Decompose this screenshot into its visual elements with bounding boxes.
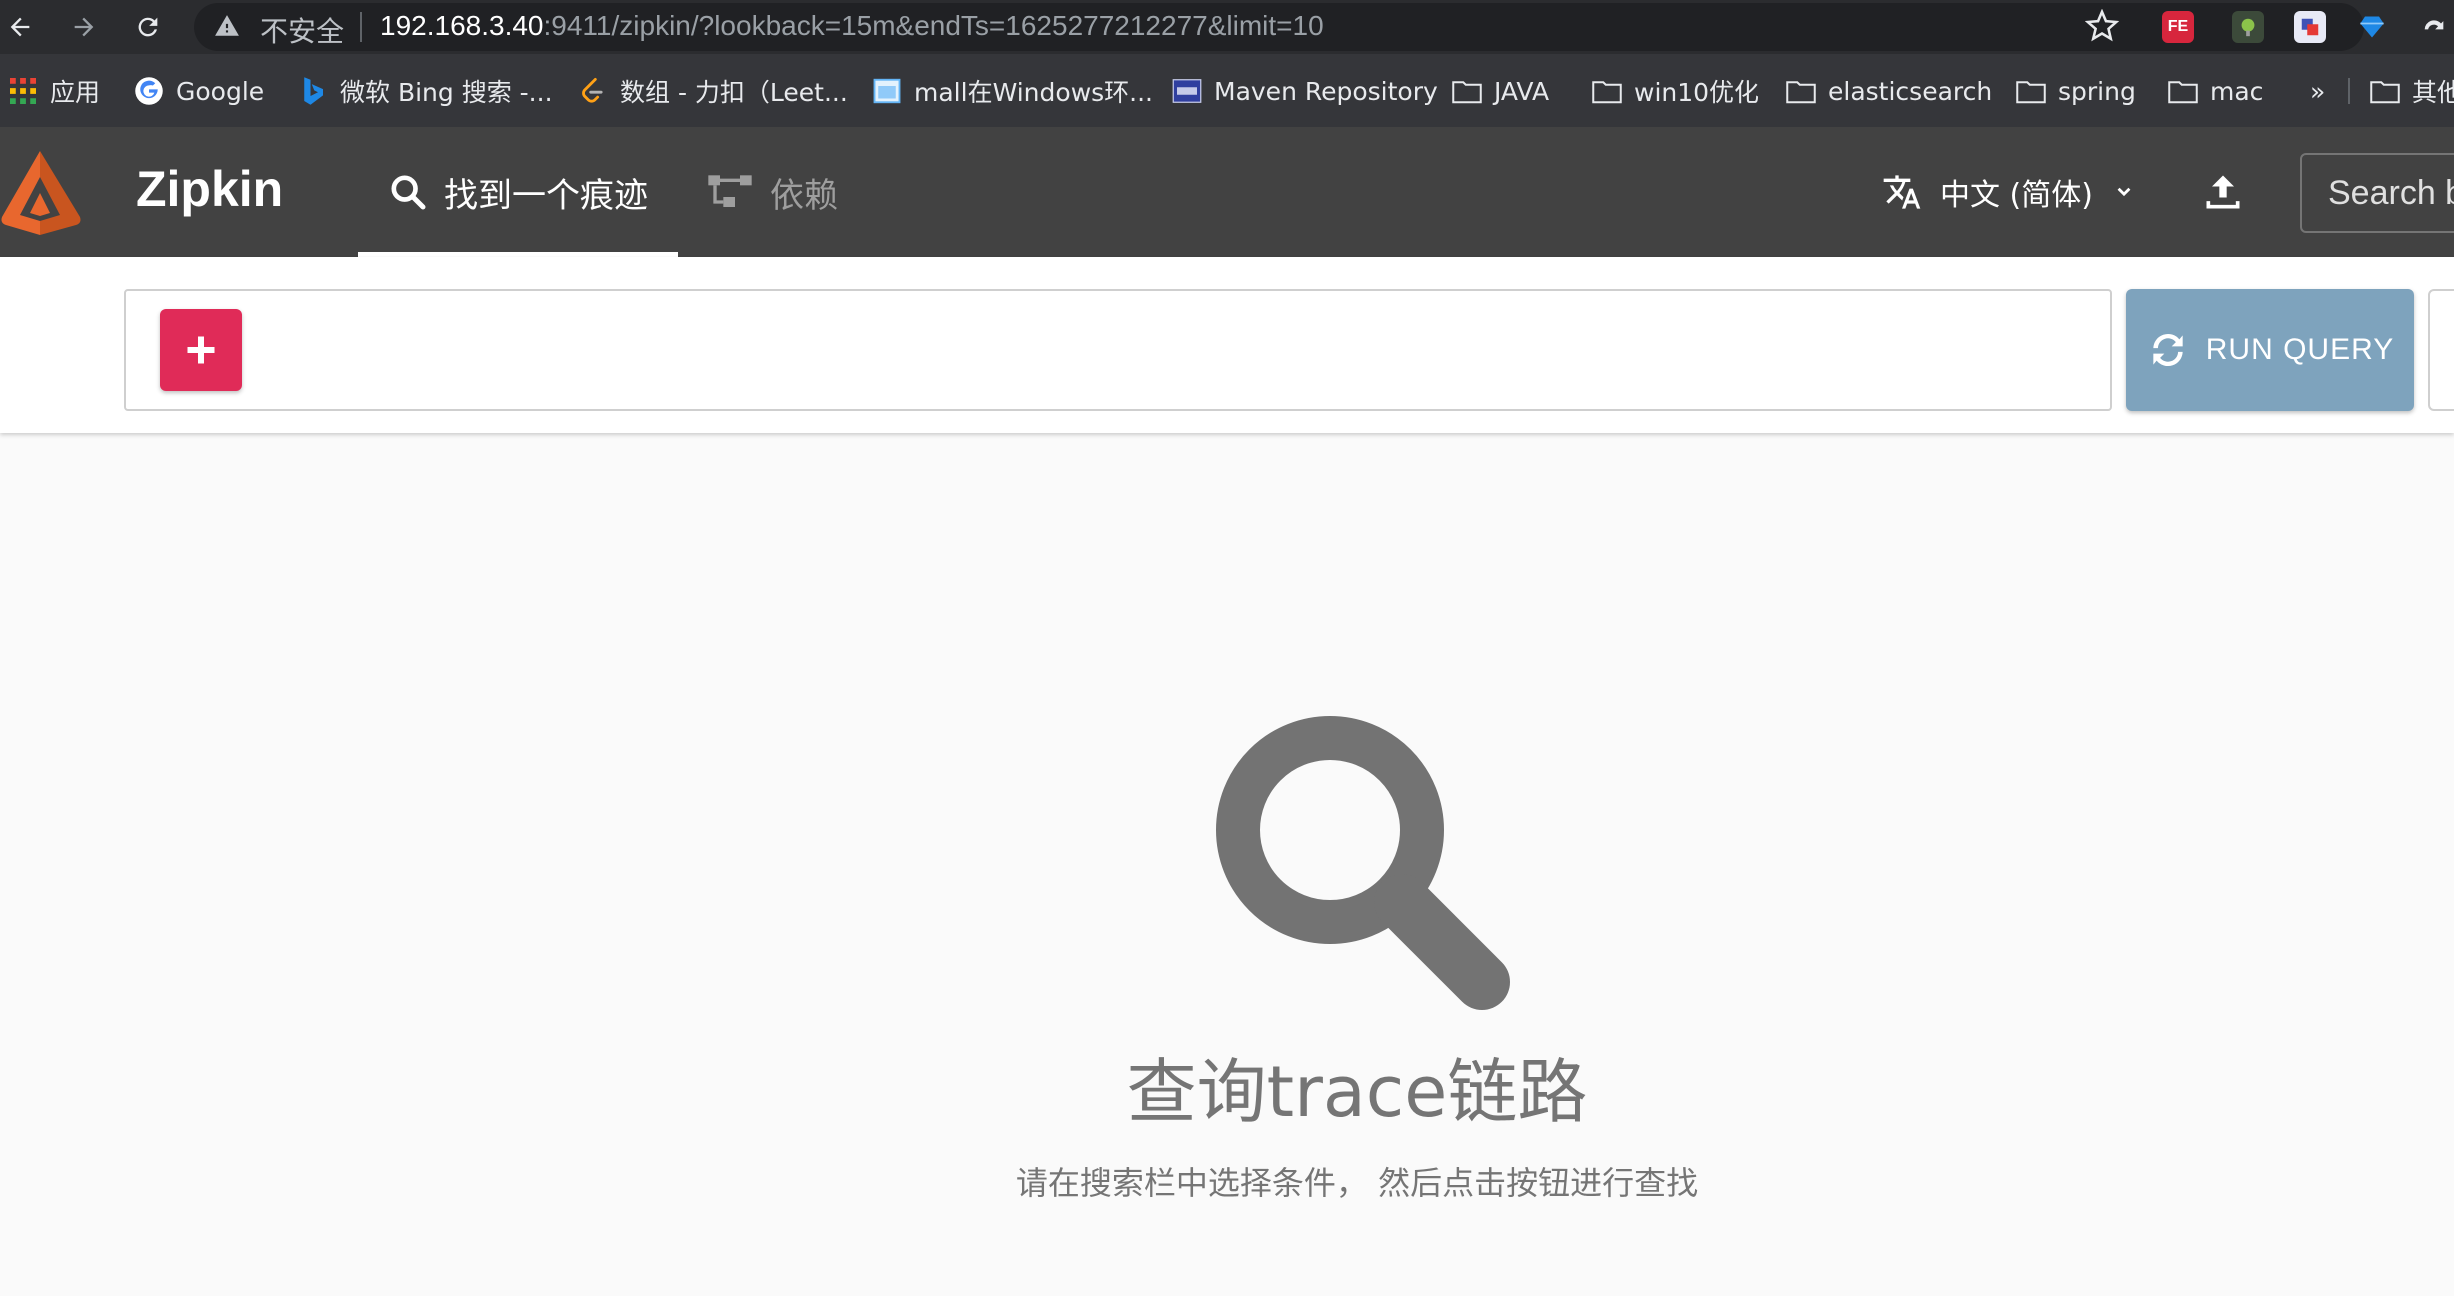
browser-toolbar: 不安全 192.168.3.40:9411/zipkin/?lookback=1… — [0, 0, 2454, 54]
folder-icon — [1592, 76, 1622, 106]
folder-icon — [2168, 76, 2198, 106]
upload-button[interactable] — [2198, 167, 2248, 217]
url-text[interactable]: 192.168.3.40:9411/zipkin/?lookback=15m&e… — [380, 10, 1324, 42]
folder-icon — [2016, 76, 2046, 106]
bookmark-label: 应用 — [50, 78, 101, 107]
tab-label: 依赖 — [770, 175, 838, 216]
fe-extension-icon[interactable]: FE — [2162, 11, 2194, 43]
folder-icon — [1452, 76, 1482, 106]
forward-button[interactable] — [66, 9, 102, 45]
bookmark-folder-other[interactable]: 其他 — [2370, 73, 2454, 109]
bookmark-label: elasticsearch — [1828, 76, 1993, 106]
bookmark-label: win10优化 — [1634, 78, 1760, 107]
insecure-label[interactable]: 不安全 — [260, 10, 344, 50]
bookmark-leetcode[interactable]: 数组 - 力扣（Leet... — [578, 73, 848, 109]
brand-title[interactable]: Zipkin — [136, 160, 283, 218]
bookmark-label: Google — [176, 76, 265, 106]
run-query-label: RUN QUERY — [2205, 333, 2395, 366]
reload-button[interactable] — [130, 9, 166, 45]
bookmark-bing[interactable]: 微软 Bing 搜索 -... — [298, 73, 553, 109]
bookmarks-overflow-button[interactable]: » — [2310, 73, 2325, 109]
bing-icon — [298, 76, 328, 106]
omnibox-divider — [360, 12, 362, 42]
plus-icon — [187, 336, 215, 364]
bookmark-label: Maven Repository — [1214, 76, 1438, 106]
bookmark-folder-win10[interactable]: win10优化 — [1592, 73, 1759, 109]
tab-dependencies[interactable]: 依赖 — [706, 127, 838, 257]
bookmarks-bar: 应用 Google 微软 Bing 搜索 -... 数组 - 力扣（Leet..… — [0, 54, 2454, 127]
add-criteria-button[interactable] — [160, 309, 242, 391]
bookmark-label: 数组 - 力扣（Leet... — [620, 78, 848, 107]
empty-state-title: 查询trace链路 — [1126, 1051, 1588, 1133]
back-arrow-icon — [10, 17, 30, 37]
maven-icon — [1172, 76, 1202, 106]
magnifier-icon — [1216, 716, 1510, 1010]
bookmarks-divider — [2348, 78, 2350, 104]
folder-icon — [1786, 76, 1816, 106]
bookmark-label: 其他 — [2412, 78, 2454, 107]
gem-extension-icon[interactable] — [2356, 11, 2388, 43]
query-settings-button[interactable] — [2428, 289, 2454, 411]
url-host: 192.168.3.40 — [380, 10, 544, 41]
apps-grid-icon — [8, 76, 38, 106]
language-selector[interactable]: 中文 (简体) — [1882, 170, 2137, 214]
bookmark-folder-spring[interactable]: spring — [2016, 73, 2136, 109]
google-icon — [134, 76, 164, 106]
search-criteria-field[interactable] — [124, 289, 2112, 411]
bookmark-label: mall在Windows环... — [914, 78, 1154, 107]
dependency-graph-icon — [708, 175, 752, 207]
refresh-icon — [2153, 333, 2183, 367]
chevron-double-right-icon: » — [2310, 76, 2326, 106]
url-path: :9411/zipkin/?lookback=15m&endTs=1625277… — [543, 10, 1324, 41]
trace-id-search[interactable] — [2300, 153, 2454, 233]
back-button[interactable] — [2, 9, 38, 45]
trace-id-search-input[interactable] — [2328, 173, 2454, 213]
page-icon — [872, 76, 902, 106]
bookmark-label: mac — [2210, 76, 2264, 106]
leetcode-icon — [578, 76, 608, 106]
bookmark-google[interactable]: Google — [134, 73, 264, 109]
empty-state-description: 请在搜索栏中选择条件， 然后点击按钮进行查找 — [1015, 1164, 1699, 1202]
zipkin-logo-icon[interactable] — [0, 147, 90, 237]
app-header: Zipkin 找到一个痕迹 依赖 中文 (简体) — [0, 127, 2454, 257]
run-query-button[interactable]: RUN QUERY — [2126, 289, 2414, 411]
upload-icon — [2206, 175, 2240, 209]
extension-menu-icon[interactable] — [2418, 11, 2450, 43]
bookmark-folder-mac[interactable]: mac — [2168, 73, 2263, 109]
bookmark-label: JAVA — [1494, 76, 1550, 106]
tab-find-trace[interactable]: 找到一个痕迹 — [358, 127, 678, 257]
translate-extension-icon[interactable] — [2294, 11, 2326, 43]
tab-label: 找到一个痕迹 — [444, 175, 648, 216]
bookmark-mall[interactable]: mall在Windows环... — [872, 73, 1153, 109]
extension-icon[interactable] — [2232, 11, 2264, 43]
reload-icon — [138, 17, 158, 37]
query-bar: RUN QUERY — [0, 257, 2454, 433]
search-icon — [391, 175, 426, 210]
bookmark-star-icon[interactable] — [2085, 9, 2119, 43]
bookmark-folder-java[interactable]: JAVA — [1452, 73, 1549, 109]
folder-icon — [2370, 76, 2400, 106]
chevron-down-icon — [2117, 187, 2131, 197]
bookmark-apps[interactable]: 应用 — [8, 73, 100, 109]
bookmark-folder-elasticsearch[interactable]: elasticsearch — [1786, 73, 1992, 109]
bookmark-maven[interactable]: Maven Repository — [1172, 73, 1438, 109]
warning-icon[interactable] — [214, 13, 240, 39]
language-label: 中文 (简体) — [1940, 178, 2093, 213]
forward-arrow-icon — [74, 17, 94, 37]
bookmark-label: spring — [2058, 76, 2136, 106]
translate-icon — [1883, 175, 1921, 209]
bookmark-label: 微软 Bing 搜索 -... — [340, 78, 553, 107]
